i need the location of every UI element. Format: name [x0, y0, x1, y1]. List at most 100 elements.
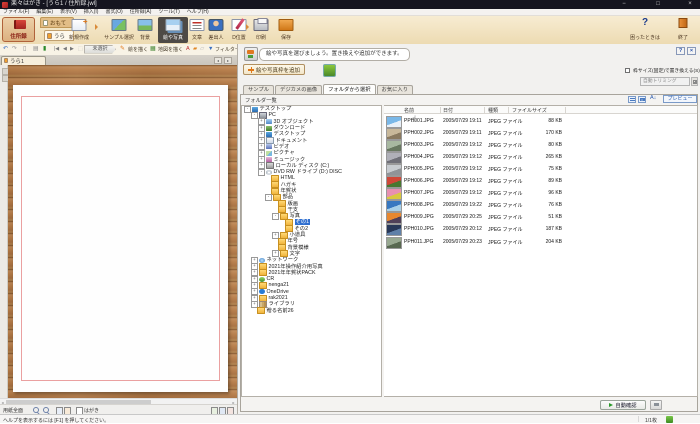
- page-tab-ura1[interactable]: うら1: [1, 56, 46, 65]
- column-header-1[interactable]: 日付: [443, 107, 453, 114]
- next-page-icon[interactable]: ▶: [70, 45, 74, 53]
- auto-check-button[interactable]: 自動確認: [600, 400, 646, 410]
- help-button[interactable]: ? 困ったときは: [628, 17, 662, 43]
- column-divider[interactable]: [440, 107, 441, 113]
- brush-icon[interactable]: ▰: [193, 45, 197, 53]
- postcard-page[interactable]: [13, 85, 228, 392]
- menu-item[interactable]: ヘルプ(H): [187, 8, 209, 15]
- file-name: PPH011.JPG: [404, 239, 433, 245]
- toolbar-button-save[interactable]: 保存: [275, 17, 297, 43]
- file-row[interactable]: PPH001.JPG2005/07/29 19:11JPEG ファイル88 KB: [384, 115, 697, 127]
- file-row[interactable]: PPH004.JPG2005/07/29 19:12JPEG ファイル265 K…: [384, 151, 697, 163]
- file-row[interactable]: PPH007.JPG2005/07/29 19:12JPEG ファイル96 KB: [384, 187, 697, 199]
- tree-item-label: ミュージック: [274, 157, 306, 163]
- maximize-button[interactable]: □: [650, 0, 666, 9]
- delete-icon[interactable]: ▯: [23, 45, 26, 53]
- menu-item[interactable]: 挿入(I): [84, 8, 99, 15]
- zoom-in-icon[interactable]: [33, 407, 39, 413]
- draw-pencil-icon[interactable]: ✎: [120, 45, 125, 53]
- redo-icon[interactable]: ↷: [12, 45, 17, 53]
- tab-scroll-left-icon[interactable]: ◂: [214, 57, 222, 64]
- fixed-size-checkbox-label[interactable]: 枠サイズ(固定)で置き換える(S): [633, 67, 700, 74]
- menu-item[interactable]: 編集(E): [36, 8, 53, 15]
- file-row[interactable]: PPH005.JPG2005/07/29 19:12JPEG ファイル75 KB: [384, 163, 697, 175]
- tree-item-label: ピクチャ: [274, 150, 295, 156]
- file-date: 2005/07/29 19:11: [443, 118, 482, 124]
- column-divider[interactable]: [565, 107, 566, 113]
- map-icon[interactable]: ▦: [150, 45, 156, 53]
- music-icon: [266, 157, 272, 162]
- fixed-size-checkbox[interactable]: [625, 68, 630, 73]
- filter-icon[interactable]: ▼: [208, 45, 213, 53]
- add-picture-frame-button[interactable]: 絵や写真枠を追加: [243, 64, 305, 75]
- desktop-icon: [266, 132, 272, 137]
- minimize-button[interactable]: −: [616, 0, 632, 9]
- file-size: 89 KB: [512, 178, 562, 184]
- file-row[interactable]: PPH003.JPG2005/07/29 19:12JPEG ファイル80 KB: [384, 139, 697, 151]
- menu-item[interactable]: 住所録(A): [130, 8, 152, 15]
- toolbar-button-print[interactable]: 印刷: [250, 17, 272, 43]
- pane-help-button[interactable]: ?: [676, 47, 685, 55]
- tab-scroll-right-icon[interactable]: ▸: [224, 57, 232, 64]
- toolbar-button-background[interactable]: 背景: [133, 17, 157, 43]
- close-button[interactable]: ×: [682, 0, 698, 9]
- selection-box-icon[interactable]: ⬚: [78, 45, 83, 53]
- trimming-select[interactable]: 自動トリミング: [640, 77, 690, 86]
- material-icon[interactable]: [323, 64, 336, 77]
- source-tab-3[interactable]: お気に入り: [377, 85, 414, 94]
- list-view-icon[interactable]: [628, 96, 636, 103]
- file-row[interactable]: PPH009.JPG2005/07/29 20:25JPEG ファイル51 KB: [384, 211, 697, 223]
- print-preview-icon[interactable]: [650, 400, 662, 410]
- file-row[interactable]: PPH011.JPG2005/07/29 20:23JPEG ファイル204 K…: [384, 236, 697, 248]
- thumbnail-view-icon[interactable]: [638, 96, 646, 103]
- menu-item[interactable]: 書式(O): [105, 8, 122, 15]
- video-icon: [266, 144, 272, 149]
- toolbar-button-pictures-photos[interactable]: 絵や写真: [158, 17, 188, 43]
- column-header-2[interactable]: 種類: [488, 107, 498, 114]
- tree-item-label: DVD RW ドライブ (D:) DISC: [274, 169, 342, 175]
- design-canvas[interactable]: [8, 65, 237, 399]
- column-header-0[interactable]: 名前: [404, 107, 414, 114]
- pane-close-button[interactable]: ×: [687, 47, 696, 55]
- prev-page-icon[interactable]: ◀: [63, 45, 67, 53]
- source-tab-0[interactable]: サンプル: [243, 85, 274, 94]
- source-tab-2[interactable]: フォルダから選択: [323, 84, 375, 94]
- menu-item[interactable]: 表示(V): [60, 8, 77, 15]
- new-document-icon: [72, 19, 87, 31]
- tree-item-label: ドキュメント: [276, 138, 308, 144]
- app-icon: [2, 2, 8, 8]
- column-divider[interactable]: [484, 107, 485, 113]
- column-divider[interactable]: [508, 107, 509, 113]
- zoom-out-icon[interactable]: [43, 407, 49, 413]
- background-icon: [138, 19, 153, 31]
- sort-icon[interactable]: A↓: [650, 95, 656, 101]
- copy-icon[interactable]: ▤: [33, 45, 39, 53]
- frame-icon[interactable]: ▱: [200, 45, 204, 53]
- exit-button[interactable]: 終了: [670, 17, 696, 43]
- preview-toggle-button[interactable]: プレビュー: [663, 95, 697, 103]
- trimming-options-button[interactable]: [691, 77, 698, 86]
- menu-item[interactable]: ファイル(F): [3, 8, 29, 15]
- file-row[interactable]: PPH006.JPG2005/07/29 19:12JPEG ファイル89 KB: [384, 175, 697, 187]
- column-header-3[interactable]: ファイルサイズ: [512, 107, 547, 114]
- file-row[interactable]: PPH010.JPG2005/07/29 20:12JPEG ファイル187 K…: [384, 223, 697, 235]
- toolbar-button-dm-position[interactable]: D位置: [226, 17, 252, 43]
- menu-item[interactable]: ツール(T): [158, 8, 179, 15]
- address-list-icon[interactable]: ▮: [43, 45, 46, 53]
- status-help-text: ヘルプを表示するには [F1] を押してください。: [3, 417, 109, 424]
- file-row[interactable]: PPH008.JPG2005/07/29 19:22JPEG ファイル76 KB: [384, 199, 697, 211]
- unselect-button[interactable]: 未選択: [84, 45, 116, 54]
- tree-item[interactable]: 贈る名前26: [242, 308, 381, 314]
- toolbar-separator-arrow-icon: [95, 24, 98, 30]
- file-row[interactable]: PPH002.JPG2005/07/29 19:11JPEG ファイル170 K…: [384, 127, 697, 139]
- first-page-icon[interactable]: |◀: [54, 45, 59, 53]
- address-book-button[interactable]: 住所録: [2, 17, 35, 42]
- tree-item-label: ライブラリ: [269, 301, 296, 307]
- source-tab-1[interactable]: デジカメの画像: [275, 85, 322, 94]
- text-color-icon[interactable]: A: [186, 45, 190, 53]
- full-paper-button[interactable]: 用紙全面: [3, 407, 23, 414]
- toolbar-button-new-document[interactable]: 新規作成: [62, 17, 96, 43]
- draw-map-label[interactable]: 地図を描く: [158, 46, 183, 53]
- undo-icon[interactable]: ↶: [3, 45, 8, 53]
- draw-picture-label[interactable]: 絵を描く: [128, 46, 148, 53]
